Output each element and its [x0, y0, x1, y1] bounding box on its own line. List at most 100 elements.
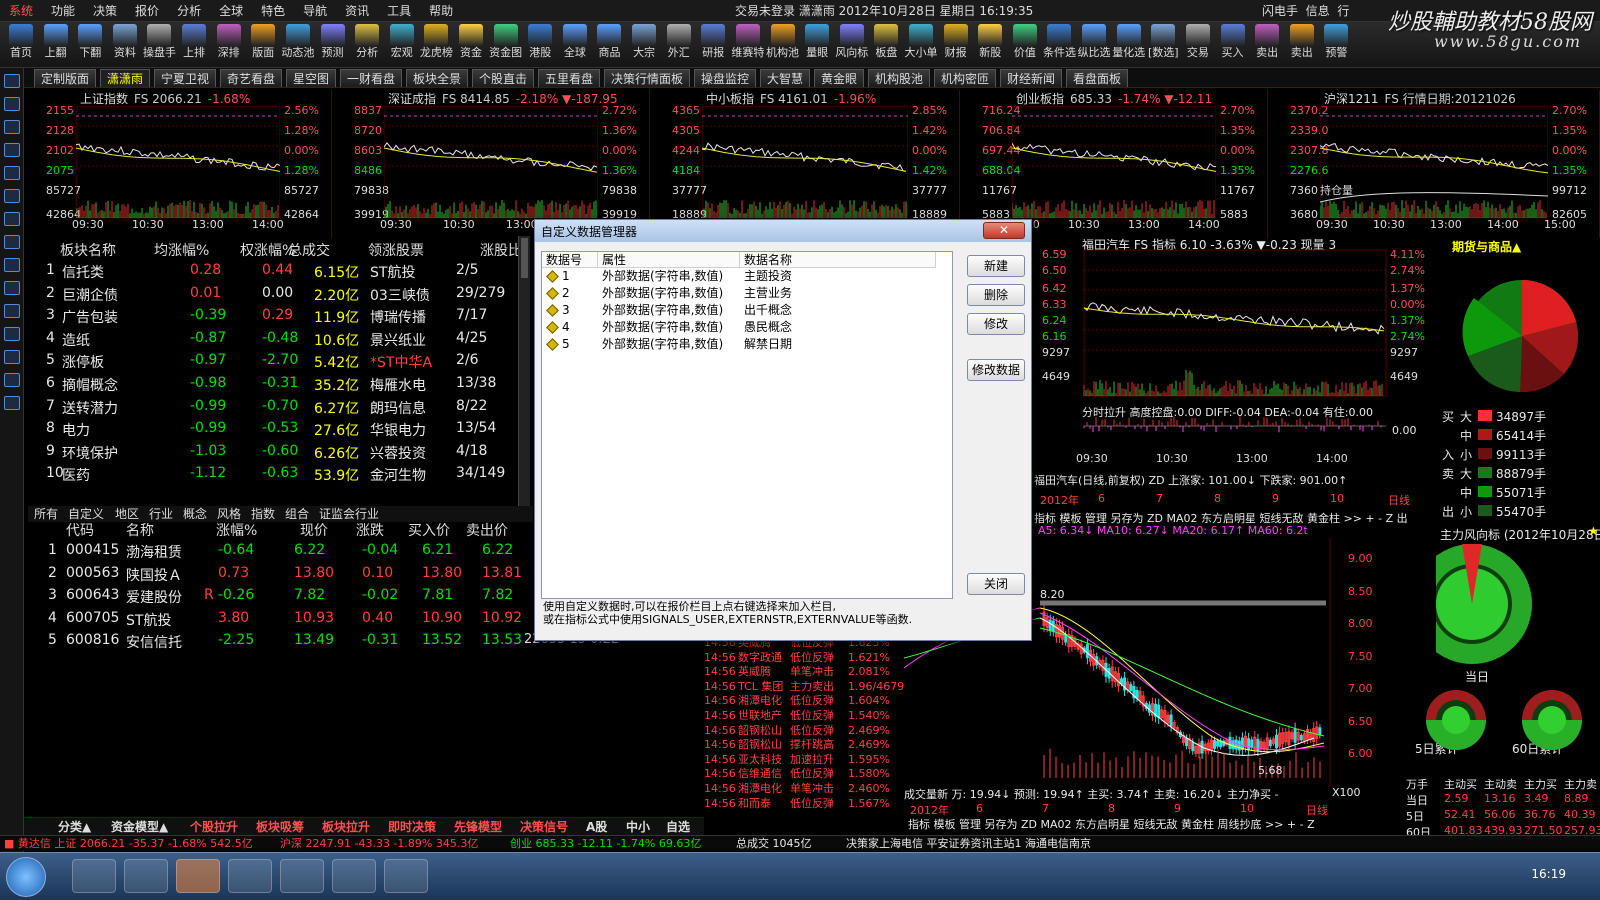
sidebar-icon-3[interactable] [4, 120, 20, 134]
toolbar-btn-16[interactable]: 全球 [558, 24, 592, 60]
toolbar-btn-6[interactable]: 深排 [212, 24, 246, 60]
menu-navigate[interactable]: 导航 [294, 0, 336, 22]
start-button-icon[interactable] [6, 857, 46, 897]
layout-tab-4[interactable]: 星空图 [286, 69, 337, 87]
kline-bottom-tabs[interactable]: 指标 模板 管理 另存为 ZD MA02 东方启明星 短线无敌 黄金柱 周线抄底… [908, 816, 1315, 832]
menu-news[interactable]: 资讯 [336, 0, 378, 22]
toolbar-btn-5[interactable]: 上排 [177, 24, 211, 60]
sector-row[interactable]: 9 环境保护 -1.03 -0.60 6.26亿 兴蓉投资 4/18 [26, 443, 516, 465]
taskbar-app3-icon[interactable] [384, 859, 428, 893]
bottom-tab-2[interactable]: 个股拉升 [190, 819, 238, 835]
toolbar-btn-38[interactable]: 预警 [1319, 24, 1353, 60]
toolbar-btn-14[interactable]: 资金图 [489, 24, 523, 60]
toolbar-btn-24[interactable]: 风向标 [835, 24, 869, 60]
sidebar-icon-6[interactable] [4, 189, 20, 203]
sidebar-icon-12[interactable] [4, 327, 20, 341]
stock-col-header[interactable]: 买入价 [408, 520, 450, 540]
bottom-tab-1[interactable]: 资金模型▲ [111, 819, 168, 835]
toolbar-btn-37[interactable]: 卖出 [1285, 24, 1319, 60]
taskbar-app-icon[interactable] [124, 859, 168, 893]
stock-row[interactable]: 4 600705 ST航投 3.80 10.93 0.40 10.90 10.92 [26, 610, 536, 632]
sidebar-icon-7[interactable] [4, 212, 20, 226]
index-mini-chart-0[interactable]: 上证指数 FS 2066.21 -1.68% 2155 2128 2102 2075 8572… [24, 90, 332, 238]
sector-col-header[interactable]: 总成交 [288, 240, 330, 260]
toolbar-btn-18[interactable]: 大宗 [627, 24, 661, 60]
sector-row[interactable]: 7 送转潜力 -0.99 -0.70 6.27亿 朗玛信息 8/22 [26, 398, 516, 420]
sidebar-icon-10[interactable] [4, 281, 20, 295]
close-button[interactable]: 关闭 [967, 573, 1025, 595]
toolbar-btn-1[interactable]: 上翻 [39, 24, 73, 60]
bottom-tab-10[interactable]: 自选 [666, 819, 690, 835]
stock-row[interactable]: 1 000415 渤海租赁 -0.64 6.22 -0.04 6.21 6.22 [26, 542, 536, 564]
menu-global[interactable]: 全球 [210, 0, 252, 22]
scrollbar-thumb[interactable] [521, 238, 528, 278]
toolbar-btn-10[interactable]: 分析 [350, 24, 384, 60]
stock-col-header[interactable]: 名称 [126, 520, 154, 540]
sidebar-icon-1[interactable] [4, 74, 20, 88]
toolbar-btn-8[interactable]: 动态池 [281, 24, 315, 60]
sidebar-icon-8[interactable] [4, 235, 20, 249]
layout-tab-8[interactable]: 五里看盘 [538, 69, 601, 87]
modify-data-button[interactable]: 修改数据 [967, 359, 1025, 381]
layout-tab-12[interactable]: 黄金眼 [814, 69, 865, 87]
sector-row[interactable]: 1 信托类 0.28 0.44 6.15亿 ST航投 2/5 [26, 262, 516, 284]
sidebar-icon-5[interactable] [4, 166, 20, 180]
toolbar-btn-2[interactable]: 下翻 [73, 24, 107, 60]
stock-col-header[interactable]: 卖出价 [466, 520, 508, 540]
sidebar-icon-14[interactable] [4, 373, 20, 387]
menu-decision[interactable]: 决策 [84, 0, 126, 22]
menu-flash[interactable]: 闪电手 [1262, 4, 1298, 18]
index-mini-chart-2[interactable]: 中小板指 FS 4161.01 -1.96% 4365 4305 4244 4184 3777… [650, 90, 960, 238]
custom-data-row[interactable]: 1 外部数据(字符串,数值) 主题投资 [542, 268, 952, 285]
stock-col-header[interactable]: 涨跌 [356, 520, 384, 540]
bottom-tab-8[interactable]: A股 [586, 819, 607, 835]
toolbar-btn-35[interactable]: 买入 [1216, 24, 1250, 60]
toolbar-btn-15[interactable]: 港股 [523, 24, 557, 60]
stock-row[interactable]: 3 600643 爱建股份 R -0.26 7.82 -0.02 7.81 7.82 [26, 587, 536, 609]
futures-commodity-tab[interactable]: 期货与商品▲ [1452, 238, 1521, 255]
layout-tab-6[interactable]: 板块全景 [406, 69, 469, 87]
bottom-tab-9[interactable]: 中小 [626, 819, 650, 835]
layout-tab-2[interactable]: 宁夏卫视 [154, 69, 217, 87]
custom-data-row[interactable]: 5 外部数据(字符串,数值) 解禁日期 [542, 336, 952, 353]
sector-row[interactable]: 6 摘帽概念 -0.98 -0.31 35.2亿 梅雁水电 13/38 [26, 375, 516, 397]
layout-tab-13[interactable]: 机构股池 [868, 69, 931, 87]
new-button[interactable]: 新建 [967, 255, 1025, 277]
toolbar-btn-3[interactable]: 资料 [108, 24, 142, 60]
toolbar-btn-31[interactable]: 纵比选 [1077, 24, 1111, 60]
taskbar-active-app-icon[interactable] [176, 859, 220, 893]
menu-quote[interactable]: 报价 [126, 0, 168, 22]
sector-row[interactable]: 8 电力 -0.99 -0.53 27.6亿 华银电力 13/54 [26, 420, 516, 442]
toolbar-btn-33[interactable]: [数选] [1146, 24, 1180, 60]
bottom-tab-5[interactable]: 即时决策 [388, 819, 436, 835]
layout-tab-1[interactable]: 潇潇雨 [100, 69, 151, 87]
menu-analysis[interactable]: 分析 [168, 0, 210, 22]
menu-more[interactable]: 行 [1337, 4, 1349, 18]
sidebar-icon-13[interactable] [4, 350, 20, 364]
sector-row[interactable]: 5 涨停板 -0.97 -2.70 5.42亿 *ST中华A 2/6 [26, 352, 516, 374]
stock-row[interactable]: 2 000563 陕国投Ａ 0.73 13.80 0.10 13.80 13.81 [26, 565, 536, 587]
menu-features[interactable]: 特色 [252, 0, 294, 22]
layout-tab-14[interactable]: 机构密匝 [934, 69, 997, 87]
toolbar-btn-13[interactable]: 资金 [454, 24, 488, 60]
bottom-tab-0[interactable]: 分类▲ [58, 819, 91, 835]
dialog-close-icon[interactable]: ✕ [983, 222, 1025, 239]
toolbar-btn-12[interactable]: 龙虎榜 [419, 24, 453, 60]
custom-data-row[interactable]: 4 外部数据(字符串,数值) 愚民概念 [542, 319, 952, 336]
bottom-tab-6[interactable]: 先锋模型 [454, 819, 502, 835]
toolbar-btn-26[interactable]: 大小单 [904, 24, 938, 60]
sector-row[interactable]: 2 巨潮企债 0.01 0.00 2.20亿 03三峡债 29/279 [26, 285, 516, 307]
sector-col-header[interactable]: 涨股比 [480, 240, 522, 260]
layout-tab-11[interactable]: 大智慧 [760, 69, 811, 87]
layout-tab-3[interactable]: 奇艺看盘 [220, 69, 283, 87]
toolbar-btn-11[interactable]: 宏观 [385, 24, 419, 60]
stock-col-header[interactable]: 代码 [66, 520, 94, 540]
toolbar-btn-30[interactable]: 条件选 [1042, 24, 1076, 60]
stock-col-header[interactable]: 现价 [300, 520, 328, 540]
toolbar-btn-19[interactable]: 外汇 [662, 24, 696, 60]
col-header-name[interactable]: 数据名称 [740, 252, 936, 268]
col-header-attribute[interactable]: 属性 [598, 252, 740, 268]
toolbar-btn-34[interactable]: 交易 [1181, 24, 1215, 60]
modify-button[interactable]: 修改 [967, 313, 1025, 335]
toolbar-btn-4[interactable]: 操盘手 [142, 24, 176, 60]
